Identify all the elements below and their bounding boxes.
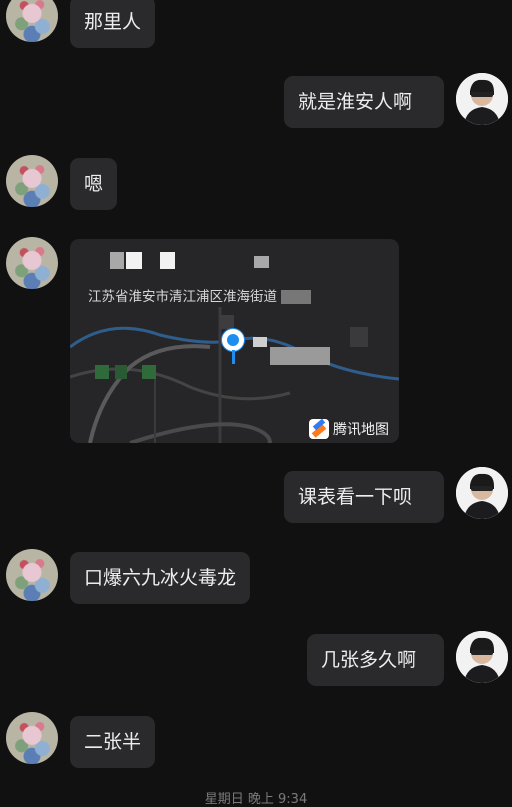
message-bubble[interactable]: 二张半 [70, 716, 156, 768]
location-address: 江苏省淮安市清江浦区淮海街道 [88, 285, 312, 305]
message-bubble[interactable]: 几张多久啊 [307, 634, 444, 686]
message-text: 几张多久啊 [321, 649, 417, 671]
contact-avatar[interactable] [6, 549, 58, 601]
location-pin-icon [222, 329, 244, 351]
timestamp: 星期日 晚上 9:34 [204, 792, 308, 807]
user-avatar-icon [456, 467, 508, 519]
map-provider: 腾讯地图 [309, 419, 389, 439]
message-bubble[interactable]: 那里人 [70, 0, 156, 48]
user-avatar-icon [456, 631, 508, 683]
location-pin-stem [232, 350, 235, 364]
message-text: 嗯 [84, 173, 104, 195]
contact-avatar[interactable] [6, 155, 58, 207]
message-bubble[interactable]: 课表看一下呗 [284, 471, 444, 523]
message-text: 那里人 [84, 11, 142, 33]
my-avatar[interactable] [456, 73, 508, 125]
message-bubble[interactable]: 就是淮安人啊 [284, 76, 444, 128]
message-text: 口爆六九冰火毒龙 [84, 567, 237, 589]
message-bubble[interactable]: 嗯 [70, 158, 118, 210]
user-avatar-icon [456, 73, 508, 125]
map-provider-label: 腾讯地图 [333, 422, 389, 438]
contact-avatar[interactable] [6, 712, 58, 764]
message-text: 课表看一下呗 [298, 486, 413, 508]
tencent-map-icon [309, 419, 329, 439]
message-text: 就是淮安人啊 [298, 91, 413, 113]
my-avatar[interactable] [456, 631, 508, 683]
contact-avatar[interactable] [6, 0, 58, 42]
message-bubble[interactable]: 口爆六九冰火毒龙 [70, 552, 251, 604]
contact-avatar[interactable] [6, 237, 58, 289]
location-name-redacted [70, 239, 399, 283]
location-card[interactable]: 江苏省淮安市清江浦区淮海街道 腾讯地图 [70, 239, 399, 443]
my-avatar[interactable] [456, 467, 508, 519]
message-text: 二张半 [84, 731, 142, 753]
